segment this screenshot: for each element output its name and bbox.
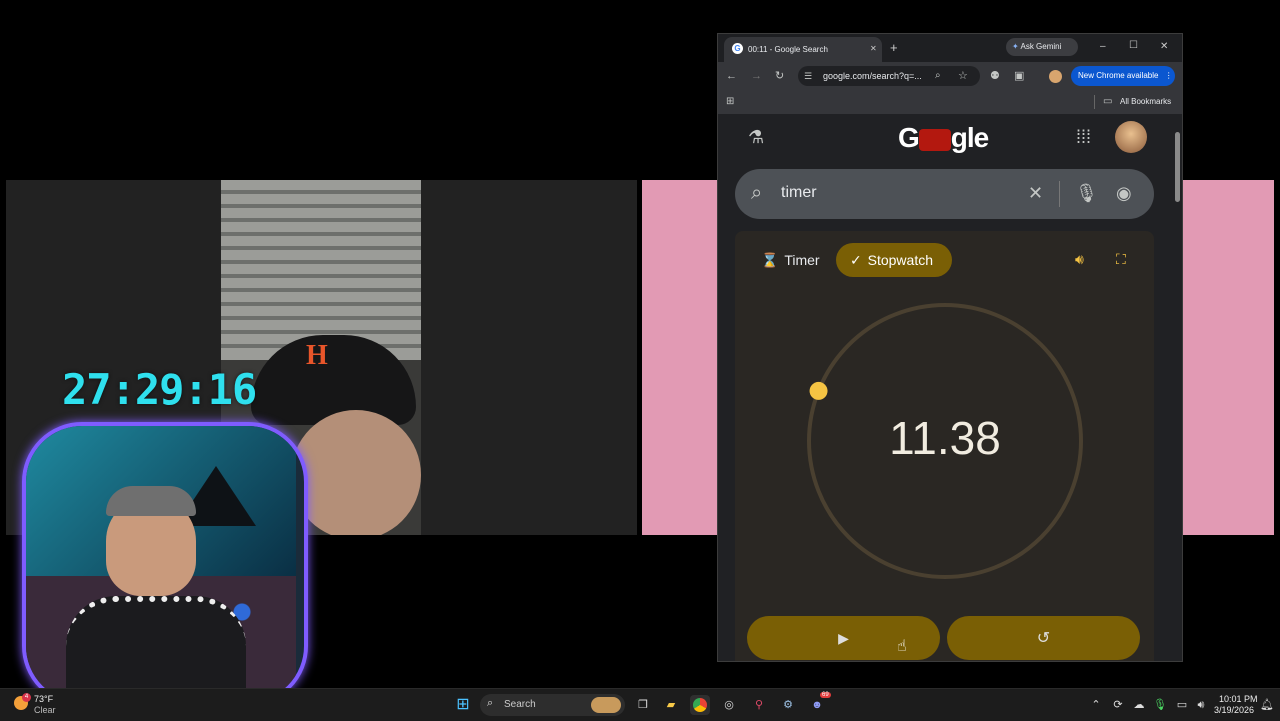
google-logo[interactable]: Ggle xyxy=(898,122,989,154)
notifications-bell-icon[interactable]: 🔔︎ xyxy=(1257,695,1277,715)
url-text: google.com/search?q=... xyxy=(823,71,922,81)
search-divider xyxy=(1059,181,1060,207)
taskbar-search-icon: ⌕ xyxy=(487,697,494,709)
chrome-menu-icon[interactable]: ⋮ xyxy=(1165,71,1173,80)
new-tab-button[interactable]: + xyxy=(890,40,898,55)
tab-strip: G 00:11 - Google Search ✕ + ✦ Ask Gemini… xyxy=(718,34,1182,62)
doodle-icon xyxy=(918,128,951,151)
reading-list-icon[interactable]: ▣ xyxy=(1014,69,1024,83)
play-icon: ▶ xyxy=(838,630,849,646)
stopwatch-display: 11.38 xyxy=(889,412,1001,464)
account-avatar[interactable] xyxy=(1115,121,1147,153)
ask-gemini-button[interactable]: ✦ Ask Gemini xyxy=(1006,38,1078,56)
voice-search-mic-icon[interactable]: 🎙 xyxy=(1075,183,1098,203)
task-view-icon[interactable]: ❐ xyxy=(633,695,653,715)
weather-alert-badge: 4 xyxy=(22,693,31,702)
progress-dot-icon xyxy=(809,381,828,400)
tab-title: 00:11 - Google Search xyxy=(748,45,828,54)
address-bar[interactable]: ☰ google.com/search?q=... ⌕ ☆ xyxy=(798,66,980,86)
forward-arrow-icon[interactable]: → xyxy=(751,69,762,83)
lens-camera-icon[interactable]: ◉ xyxy=(1116,183,1132,203)
windows-taskbar: 4 73°F Clear ⊞ ⌕ Search ❐ ▰ ◎ ⚲ ⚙ ☻ 69 ⌃… xyxy=(0,688,1280,721)
incognito-icon[interactable]: ⚉ xyxy=(990,69,1000,83)
google-favicon-icon: G xyxy=(732,43,743,54)
maximize-button[interactable]: ☐ xyxy=(1129,40,1138,51)
steam-icon[interactable]: ⚙ xyxy=(778,695,798,715)
microphone-icon[interactable]: 🎙 xyxy=(1150,695,1170,715)
new-chrome-available-button[interactable]: New Chrome available ⋮ xyxy=(1071,66,1175,86)
clock-time[interactable]: 10:01 PM xyxy=(1219,694,1258,704)
stopwatch-card: ⌛ Timer ✓ Stopwatch 🔊︎ ⛶ 11.38 ▶ ↺ ☝ xyxy=(735,231,1154,661)
file-explorer-icon[interactable]: ▰ xyxy=(661,695,681,715)
weather-condition: Clear xyxy=(34,705,56,715)
taskbar-search-label: Search xyxy=(504,699,536,710)
discord-notification-badge: 69 xyxy=(820,692,831,698)
site-info-icon[interactable]: ☰ xyxy=(804,69,812,83)
labs-flask-icon[interactable]: ⚗ xyxy=(748,127,764,147)
reset-icon: ↺ xyxy=(1036,630,1051,647)
google-apps-icon[interactable]: ⁞⁞⁞ xyxy=(1076,127,1091,147)
tab-close-icon[interactable]: ✕ xyxy=(870,44,877,53)
search-icon: ⌕ xyxy=(751,182,763,204)
folder-icon: ▭ xyxy=(1103,96,1113,107)
network-icon[interactable]: ▭ xyxy=(1172,695,1192,715)
maps-pin-icon[interactable]: ⚲ xyxy=(749,695,769,715)
reload-icon[interactable]: ↻ xyxy=(775,69,784,83)
obs-icon[interactable]: ◎ xyxy=(719,695,739,715)
reset-button[interactable]: ↺ xyxy=(947,616,1140,660)
tab-timer[interactable]: ⌛ Timer xyxy=(753,243,825,277)
streamer-webcam xyxy=(22,422,308,706)
chrome-taskbar-icon[interactable] xyxy=(690,695,710,715)
tab-stopwatch[interactable]: ✓ Stopwatch xyxy=(836,243,952,277)
bookmarks-bar: ⊞ ▭ All Bookmarks xyxy=(718,90,1182,115)
gemini-sparkle-icon: ✦ xyxy=(1012,42,1019,51)
ask-gemini-label: Ask Gemini xyxy=(1020,42,1062,51)
weather-temperature[interactable]: 73°F xyxy=(34,694,53,704)
stopwatch-tab-label: Stopwatch xyxy=(867,252,933,268)
navigation-toolbar: ← → ↻ ☰ google.com/search?q=... ⌕ ☆ ⚉ ▣ … xyxy=(718,62,1182,90)
fullscreen-icon[interactable]: ⛶ xyxy=(1116,252,1126,266)
taskbar-search-box[interactable]: ⌕ Search xyxy=(480,694,625,716)
zoom-icon[interactable]: ⌕ xyxy=(935,69,941,83)
checkmark-icon: ✓ xyxy=(850,252,862,268)
mouse-cursor-icon: ☝ xyxy=(897,638,907,655)
volume-icon[interactable]: 🔊︎ xyxy=(1191,695,1211,715)
search-box[interactable]: ⌕ timer ✕ 🎙 ◉ xyxy=(735,169,1154,219)
tray-app-icon[interactable]: ⟳ xyxy=(1108,695,1128,715)
search-highlight-icon xyxy=(591,697,621,713)
page-scrollbar[interactable] xyxy=(1175,132,1180,202)
show-hidden-icons-chevron-icon[interactable]: ⌃ xyxy=(1086,695,1106,715)
start-windows-icon[interactable]: ⊞ xyxy=(453,695,473,715)
hourglass-icon: ⌛ xyxy=(761,252,779,268)
stream-timer-overlay: 27:29:16 xyxy=(62,365,257,414)
page-content: ⚗ Ggle ⁞⁞⁞ ⌕ timer ✕ 🎙 ◉ ⌛ Timer ✓ Stopw… xyxy=(718,114,1182,661)
start-button[interactable]: ▶ xyxy=(747,616,940,660)
apps-grid-icon[interactable]: ⊞ xyxy=(726,95,734,109)
logo-right: gle xyxy=(950,122,989,153)
tab-google-search[interactable]: G 00:11 - Google Search ✕ xyxy=(724,37,882,62)
search-input[interactable]: timer xyxy=(781,184,817,202)
onedrive-icon[interactable]: ☁ xyxy=(1129,695,1149,715)
update-label: New Chrome available xyxy=(1078,71,1159,80)
discord-icon[interactable]: ☻ xyxy=(807,695,827,715)
clock-date[interactable]: 3/19/2026 xyxy=(1214,705,1254,715)
minimize-button[interactable]: – xyxy=(1100,41,1106,52)
close-window-button[interactable]: ✕ xyxy=(1160,41,1168,52)
clear-search-icon[interactable]: ✕ xyxy=(1028,183,1043,203)
timer-tab-label: Timer xyxy=(784,252,820,268)
all-bookmarks-link[interactable]: All Bookmarks xyxy=(1120,97,1171,106)
chrome-window: G 00:11 - Google Search ✕ + ✦ Ask Gemini… xyxy=(717,33,1183,662)
logo-left: G xyxy=(898,122,920,153)
bookmarks-divider xyxy=(1094,95,1095,109)
profile-avatar-small[interactable] xyxy=(1049,70,1062,83)
bookmark-star-icon[interactable]: ☆ xyxy=(958,69,968,83)
back-arrow-icon[interactable]: ← xyxy=(726,69,737,83)
sound-icon[interactable]: 🔊︎ xyxy=(1075,252,1084,266)
